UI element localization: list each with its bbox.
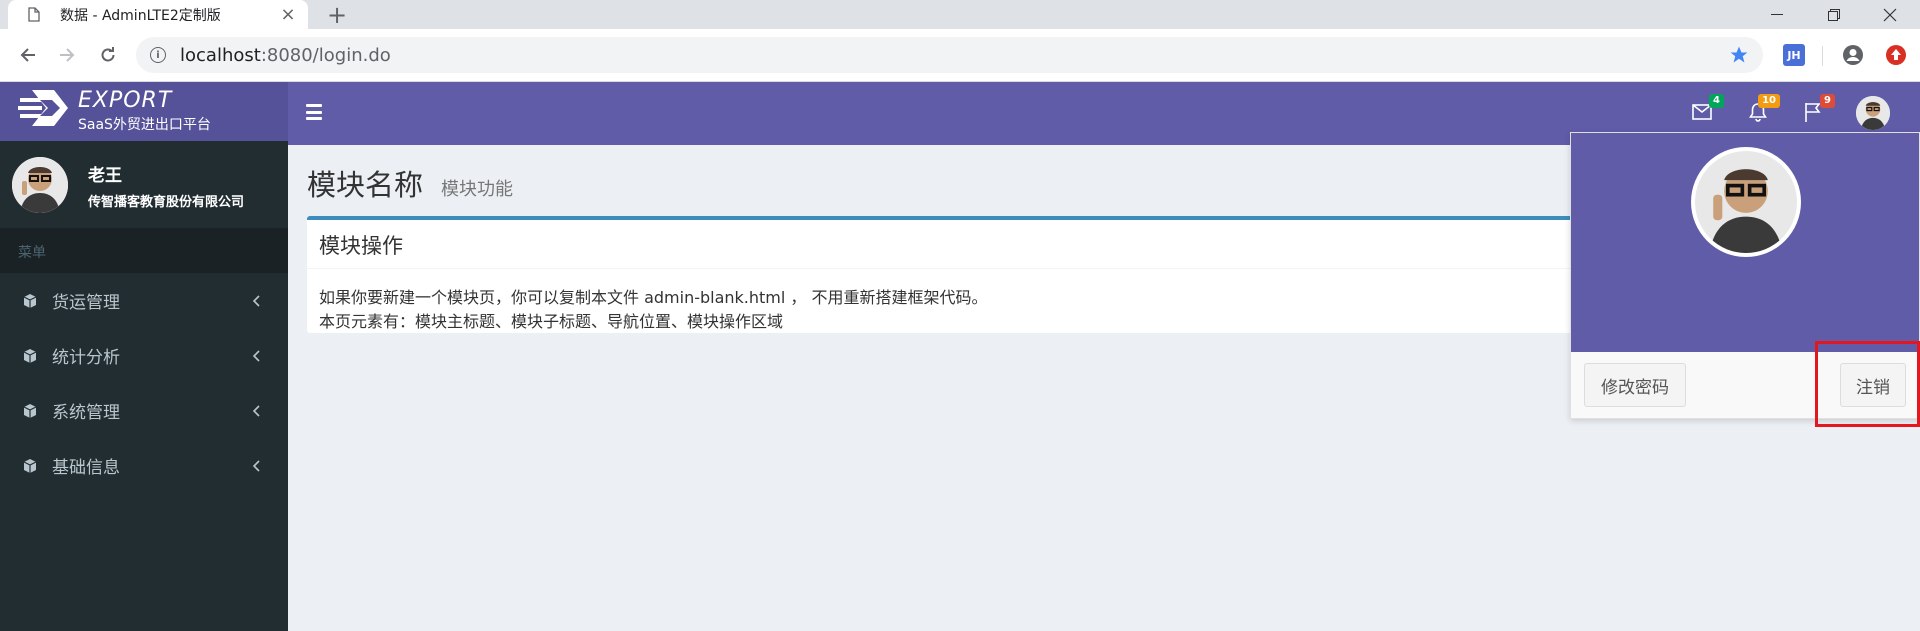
sidebar-item-label: 统计分析 bbox=[52, 348, 120, 368]
sidebar-toggle-icon[interactable] bbox=[306, 104, 322, 120]
browser-toolbar: i localhost:8080/login.do JH bbox=[0, 29, 1920, 82]
site-info-icon[interactable]: i bbox=[150, 47, 166, 63]
minimize-button[interactable] bbox=[1747, 0, 1807, 29]
sidebar-item-statistics[interactable]: 统计分析 bbox=[0, 328, 288, 383]
cube-icon bbox=[20, 456, 40, 476]
bell-icon[interactable]: 10 bbox=[1746, 94, 1780, 124]
box-text-line: 如果你要新建一个模块页，你可以复制本文件 admin-blank.html ， … bbox=[319, 288, 988, 307]
messages-icon[interactable]: 4 bbox=[1690, 94, 1724, 124]
header-avatar[interactable] bbox=[1856, 96, 1890, 130]
close-tab-icon[interactable]: × bbox=[280, 4, 296, 25]
update-icon[interactable] bbox=[1885, 44, 1907, 70]
user-avatar bbox=[12, 157, 68, 213]
address-bar[interactable]: i localhost:8080/login.do bbox=[136, 37, 1763, 73]
change-password-button[interactable]: 修改密码 bbox=[1584, 363, 1686, 407]
back-icon[interactable] bbox=[14, 41, 42, 69]
extension-label: JH bbox=[1787, 48, 1801, 62]
chevron-left-icon bbox=[244, 294, 268, 307]
sidebar-item-label: 基础信息 bbox=[52, 458, 120, 478]
user-organization: 传智播客教育股份有限公司 bbox=[88, 195, 245, 210]
cube-icon bbox=[20, 291, 40, 311]
cube-icon bbox=[20, 401, 40, 421]
bookmark-star-icon[interactable] bbox=[1729, 45, 1749, 69]
sidebar-item-basic-info[interactable]: 基础信息 bbox=[0, 438, 288, 493]
tab-title: 数据 - AdminLTE2定制版 bbox=[60, 7, 221, 24]
user-name: 老王 bbox=[88, 166, 122, 186]
url-path: :8080/login.do bbox=[260, 44, 391, 66]
box-text-line: 本页元素有：模块主标题、模块子标题、导航位置、模块操作区域 bbox=[319, 312, 784, 331]
jh-extension-icon[interactable]: JH bbox=[1783, 44, 1805, 66]
tasks-badge: 9 bbox=[1820, 94, 1835, 108]
page-title: 模块名称 bbox=[307, 168, 424, 202]
highlight-box bbox=[1815, 341, 1920, 427]
toolbar-divider bbox=[1822, 46, 1823, 66]
logo-title: EXPORT bbox=[78, 88, 173, 113]
flag-icon[interactable]: 9 bbox=[1801, 94, 1835, 124]
dropdown-avatar bbox=[1691, 147, 1801, 257]
reload-icon[interactable] bbox=[94, 41, 122, 69]
content-box: 模块操作 如果你要新建一个模块页，你可以复制本文件 admin-blank.ht… bbox=[307, 216, 1590, 333]
sidebar-item-label: 系统管理 bbox=[52, 403, 120, 423]
logo-icon bbox=[18, 86, 72, 134]
browser-tab[interactable]: 数据 - AdminLTE2定制版 × bbox=[8, 0, 308, 29]
sidebar-item-system[interactable]: 系统管理 bbox=[0, 383, 288, 438]
profile-icon[interactable] bbox=[1842, 44, 1864, 70]
new-tab-button[interactable]: + bbox=[324, 1, 350, 29]
page-subtitle: 模块功能 bbox=[441, 179, 513, 200]
box-divider bbox=[307, 268, 1590, 269]
chevron-left-icon bbox=[244, 459, 268, 472]
box-title: 模块操作 bbox=[319, 234, 403, 258]
logo-subtitle: SaaS外贸进出口平台 bbox=[78, 117, 211, 133]
restore-button[interactable] bbox=[1804, 0, 1864, 29]
forward-icon[interactable] bbox=[53, 41, 81, 69]
messages-badge: 4 bbox=[1709, 94, 1724, 108]
page-icon bbox=[28, 7, 44, 23]
sidebar-item-shipping[interactable]: 货运管理 bbox=[0, 273, 288, 328]
chevron-left-icon bbox=[244, 404, 268, 417]
app-logo[interactable]: EXPORT SaaS外贸进出口平台 bbox=[0, 82, 288, 141]
cube-icon bbox=[20, 346, 40, 366]
url-host: localhost bbox=[180, 44, 261, 66]
dropdown-header bbox=[1571, 133, 1919, 352]
chevron-left-icon bbox=[244, 349, 268, 362]
alerts-badge: 10 bbox=[1758, 94, 1780, 108]
menu-header: 菜单 bbox=[0, 228, 288, 273]
user-panel: 老王 传智播客教育股份有限公司 bbox=[0, 141, 288, 226]
sidebar: 老王 传智播客教育股份有限公司 菜单 货运管理 统计分析 系统管理 基础信息 bbox=[0, 141, 288, 631]
sidebar-item-label: 货运管理 bbox=[52, 293, 120, 313]
browser-tabbar: 数据 - AdminLTE2定制版 × + bbox=[0, 0, 1920, 29]
close-window-button[interactable] bbox=[1860, 0, 1920, 29]
